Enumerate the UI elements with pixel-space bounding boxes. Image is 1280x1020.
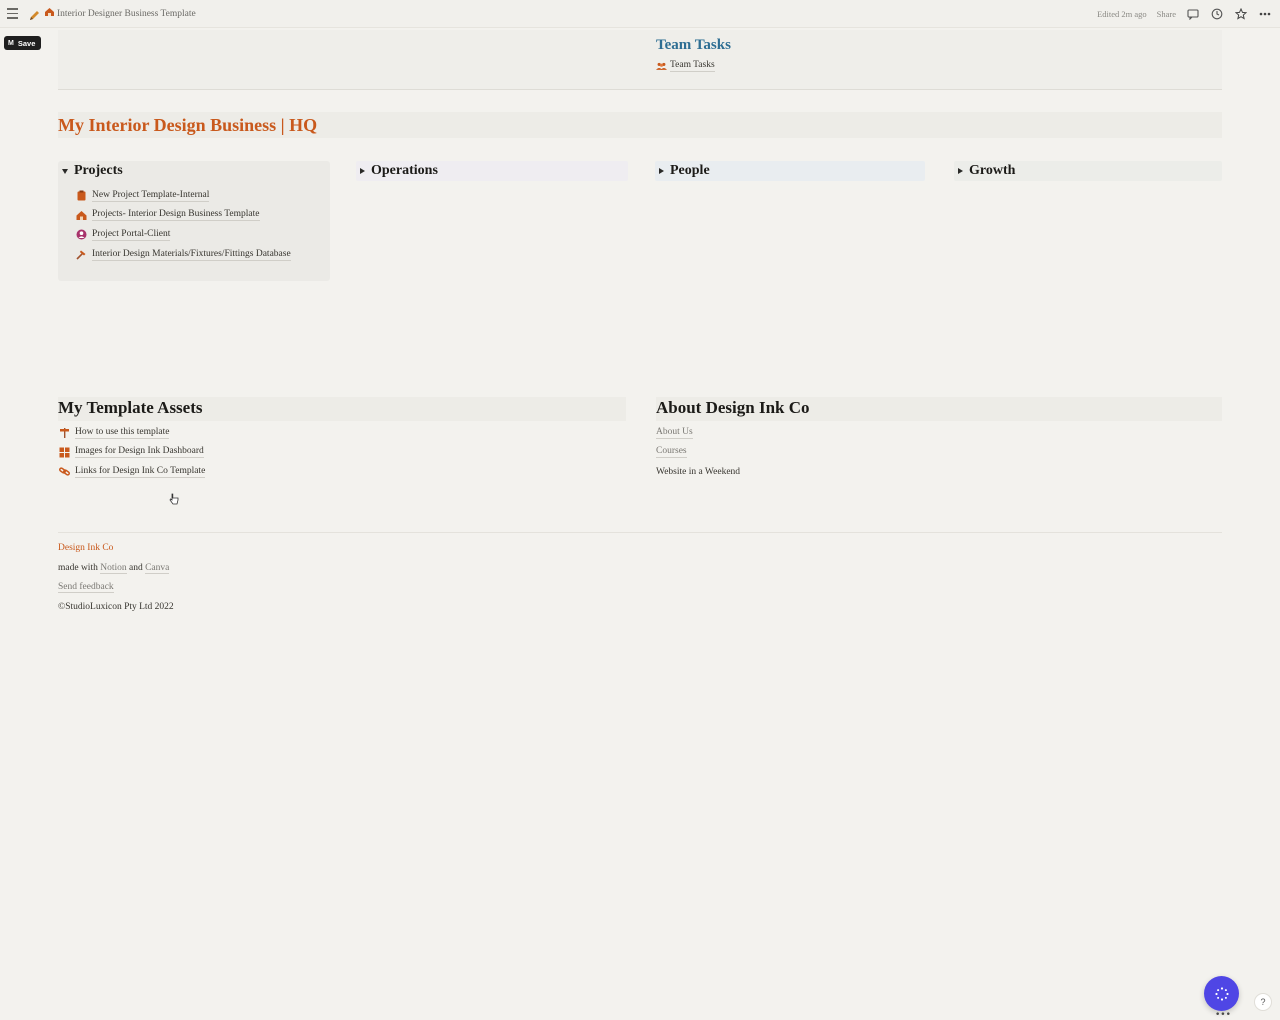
save-logo: M (8, 39, 14, 47)
clipboard-icon (76, 190, 87, 201)
toggle-operations[interactable]: Operations (356, 161, 628, 183)
menu-icon[interactable] (7, 8, 18, 19)
breadcrumb[interactable]: Interior Designer Business Template (44, 7, 196, 20)
toggle-operations-label: Operations (371, 163, 438, 178)
list-item[interactable]: Interior Design Materials/Fixtures/Fitti… (76, 245, 291, 265)
toggle-growth[interactable]: Growth (954, 161, 1222, 183)
help-button[interactable]: ? (1254, 993, 1272, 1011)
made-with-line: made with Notion and Canva (58, 562, 170, 574)
about-list: About Us Courses Website in a Weekend (656, 423, 740, 482)
toggle-projects[interactable]: Projects (58, 161, 330, 183)
toggle-growth-label: Growth (969, 163, 1016, 178)
copyright: ©StudioLuxicon Pty Ltd 2022 (58, 601, 174, 612)
list-item[interactable]: Courses (656, 443, 740, 463)
star-icon[interactable] (1234, 7, 1248, 21)
page-icon (44, 7, 55, 20)
list-item[interactable]: How to use this template (59, 423, 205, 443)
canva-link[interactable]: Canva (145, 562, 170, 574)
signpost-icon (59, 427, 70, 439)
caret-right-icon[interactable] (360, 168, 365, 174)
list-item[interactable]: About Us (656, 423, 740, 443)
list-item[interactable]: Images for Design Ink Dashboard (59, 443, 205, 463)
about-title: About Design Ink Co (656, 398, 810, 417)
team-tasks-heading: Team Tasks (656, 37, 731, 53)
list-item[interactable]: Links for Design Ink Co Template (59, 462, 206, 482)
comment-icon[interactable] (1186, 7, 1200, 21)
edited-timestamp: Edited 2m ago (1097, 9, 1147, 19)
grid-icon (59, 447, 70, 458)
user-circle-icon (76, 229, 87, 240)
caret-right-icon[interactable] (659, 168, 664, 174)
team-tasks-link-label: Team Tasks (670, 60, 715, 72)
pencil-icon (29, 8, 40, 26)
assets-list: How to use this template Images for Desi… (59, 423, 206, 482)
footer-divider (58, 532, 1222, 533)
hand-cursor-icon (169, 492, 179, 510)
sparkle-icon (1214, 986, 1229, 1001)
toggle-people-label: People (670, 163, 710, 178)
list-item[interactable]: Project Portal-Client (76, 225, 291, 245)
share-button[interactable]: Share (1157, 9, 1176, 19)
send-feedback-link[interactable]: Send feedback (58, 582, 114, 594)
fab-dots-icon: ••• (1215, 1010, 1231, 1020)
house-icon (76, 210, 87, 221)
save-button[interactable]: M Save (4, 36, 42, 50)
toggle-projects-label: Projects (74, 163, 123, 178)
team-tasks-link[interactable]: Team Tasks (656, 60, 715, 72)
list-item[interactable]: Website in a Weekend (656, 462, 740, 482)
footer-brand: Design Ink Co (58, 543, 114, 553)
people-icon (656, 61, 667, 72)
footer: Design Ink Co made with Notion and Canva… (58, 539, 174, 617)
assets-title: My Template Assets (58, 398, 203, 417)
history-icon[interactable] (1210, 7, 1224, 21)
notion-link[interactable]: Notion (100, 562, 127, 574)
hammer-icon (76, 249, 87, 260)
caret-right-icon[interactable] (958, 168, 963, 174)
hq-title: My Interior Design Business | HQ (58, 115, 318, 135)
link-icon (59, 466, 70, 477)
team-tasks-section: Team Tasks Team Tasks (58, 30, 1222, 90)
caret-down-icon[interactable] (62, 168, 68, 174)
projects-list: New Project Template-Internal Projects- … (76, 186, 291, 264)
save-label: Save (17, 38, 36, 48)
list-item[interactable]: Projects- Interior Design Business Templ… (76, 206, 291, 226)
toggle-people[interactable]: People (655, 161, 925, 183)
list-item[interactable]: New Project Template-Internal (76, 186, 291, 206)
top-bar: Interior Designer Business Template Edit… (0, 0, 1280, 28)
assistant-button[interactable] (1204, 976, 1239, 1011)
more-icon[interactable] (1258, 7, 1272, 21)
page-title: Interior Designer Business Template (57, 8, 196, 19)
